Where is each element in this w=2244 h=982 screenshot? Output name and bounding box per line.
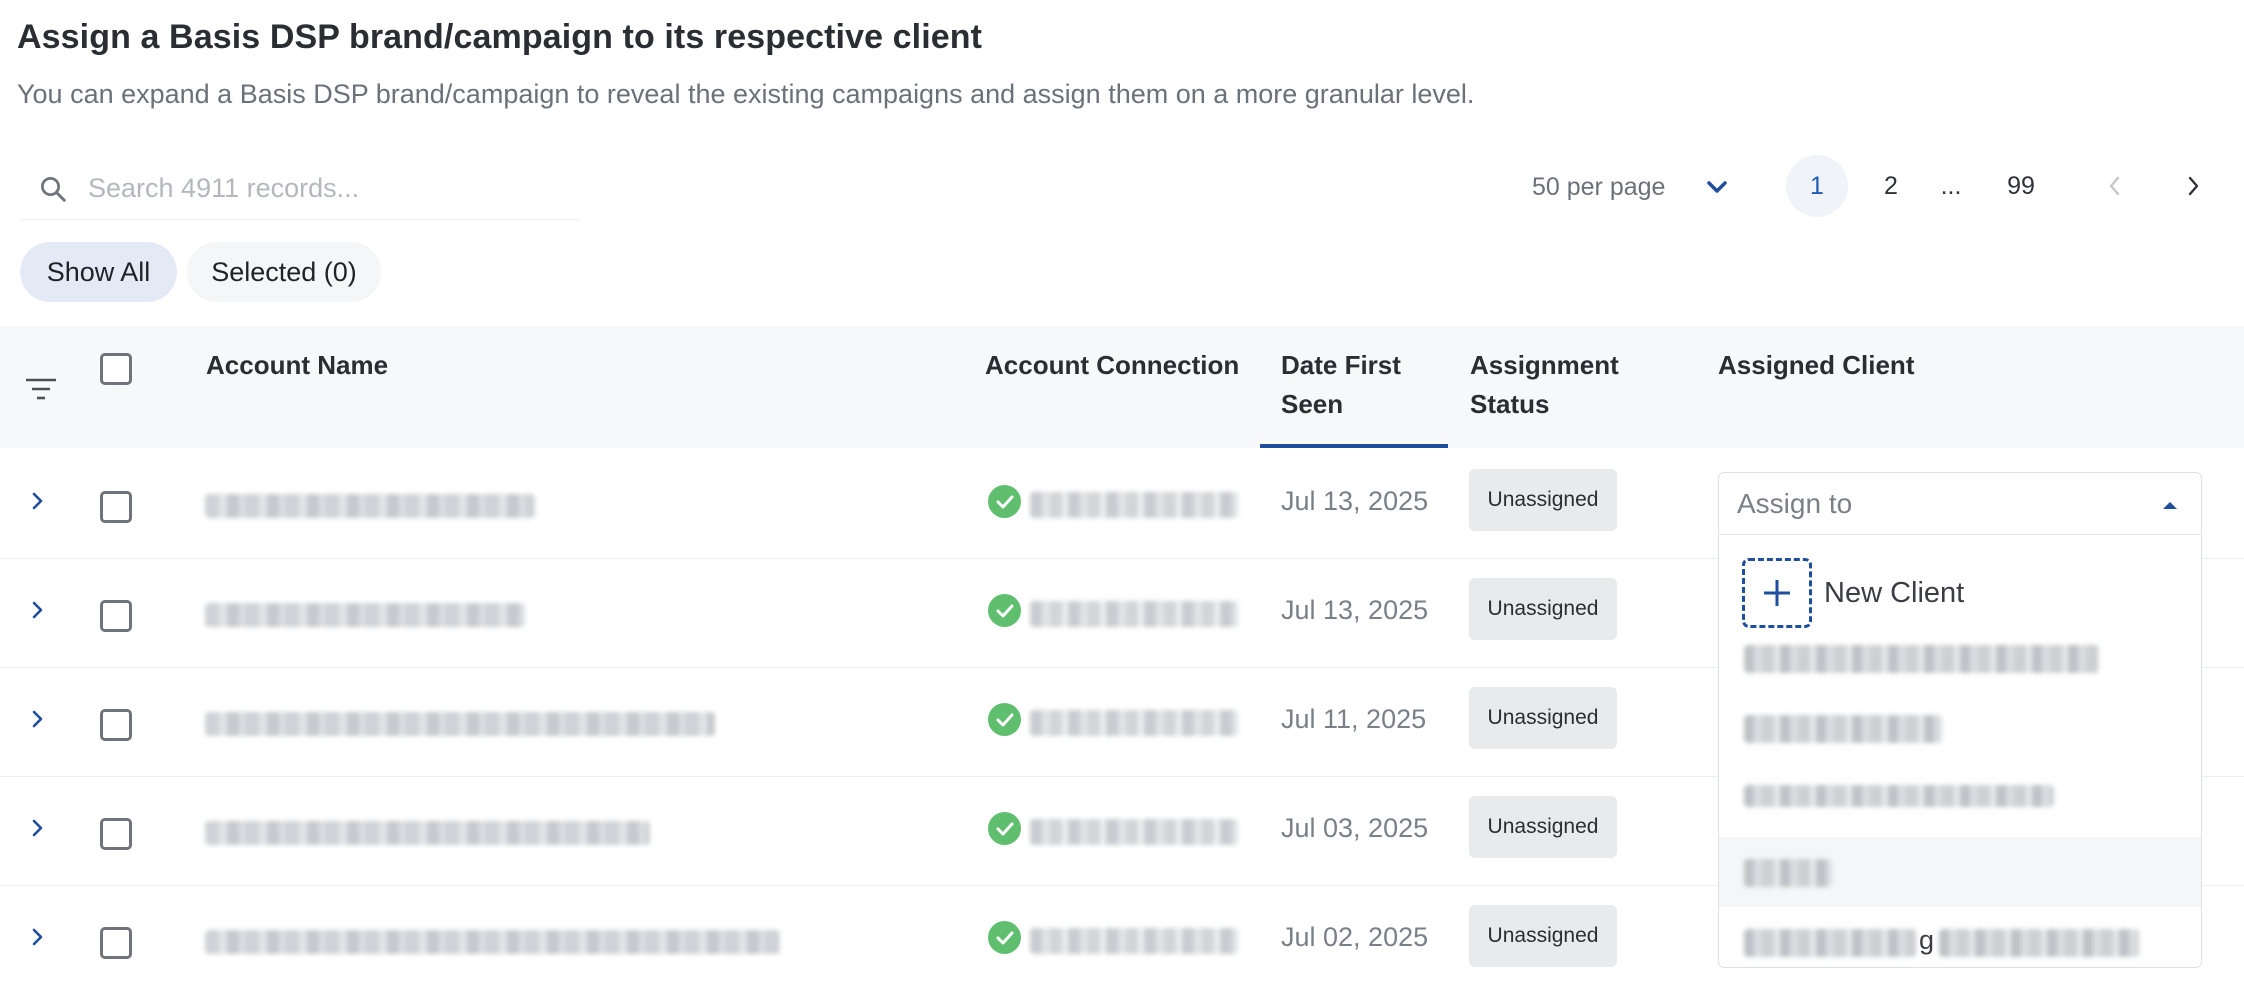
status-badge: Unassigned <box>1469 469 1617 531</box>
page-title: Assign a Basis DSP brand/campaign to its… <box>17 18 983 56</box>
chevron-left-icon <box>2109 176 2120 196</box>
check-circle-icon <box>988 703 1021 736</box>
search-input[interactable] <box>88 173 548 204</box>
filter-icon[interactable] <box>24 376 58 402</box>
column-header-account-name[interactable]: Account Name <box>206 346 388 385</box>
page-ellipsis: ... <box>1940 171 1962 200</box>
plus-icon <box>1742 558 1812 628</box>
account-name-redacted <box>205 930 780 954</box>
date-first-seen: Jul 02, 2025 <box>1281 922 1429 952</box>
row-checkbox[interactable] <box>100 709 132 741</box>
new-client-option[interactable]: New Client <box>1742 558 1964 628</box>
account-name-redacted <box>205 494 535 518</box>
show-all-filter[interactable]: Show All <box>20 242 177 302</box>
column-header-assigned-client[interactable]: Assigned Client <box>1718 346 1914 385</box>
select-all-checkbox[interactable] <box>100 353 132 385</box>
page-button-99[interactable]: 99 <box>1990 155 2052 217</box>
sort-indicator <box>1260 444 1448 448</box>
chevron-right-icon[interactable] <box>30 488 46 514</box>
page-button-1[interactable]: 1 <box>1786 155 1848 217</box>
status-badge: Unassigned <box>1469 687 1617 749</box>
account-connection-redacted <box>1030 928 1238 954</box>
client-option[interactable] <box>1719 693 2201 763</box>
new-client-label: New Client <box>1824 576 1965 609</box>
column-header-assignment-status[interactable]: Assignment Status <box>1470 346 1660 424</box>
account-name-redacted <box>205 712 715 736</box>
account-connection-redacted <box>1030 492 1238 518</box>
next-page-button[interactable] <box>2162 155 2224 217</box>
check-circle-icon <box>988 594 1021 627</box>
account-connection-redacted <box>1030 710 1238 736</box>
search-icon <box>41 176 66 202</box>
search-bar <box>20 158 580 220</box>
client-option[interactable] <box>1719 763 2201 833</box>
account-name-redacted <box>205 821 650 845</box>
caret-up-icon <box>2163 502 2177 509</box>
per-page-select[interactable]: 50 per page <box>1532 166 1729 208</box>
row-checkbox[interactable] <box>100 927 132 959</box>
date-first-seen: Jul 11, 2025 <box>1281 704 1427 734</box>
assign-client-dropdown[interactable]: Assign to New Client g <box>1718 472 2202 968</box>
prev-page-button[interactable] <box>2084 155 2146 217</box>
table-header: Account Name Account Connection Date Fir… <box>0 326 2244 448</box>
client-option[interactable] <box>1719 837 2201 907</box>
chevron-right-icon[interactable] <box>30 815 46 841</box>
chevron-right-icon[interactable] <box>30 924 46 950</box>
column-header-account-connection[interactable]: Account Connection <box>985 346 1239 385</box>
option-partial-text: g <box>1919 925 1935 955</box>
account-name-redacted <box>205 603 525 627</box>
status-badge: Unassigned <box>1469 578 1617 640</box>
check-circle-icon <box>988 812 1021 845</box>
selected-filter[interactable]: Selected (0) <box>187 242 381 302</box>
page-subtitle: You can expand a Basis DSP brand/campaig… <box>17 79 1475 109</box>
date-first-seen: Jul 13, 2025 <box>1281 486 1429 516</box>
column-header-date-first-seen[interactable]: Date First Seen <box>1281 346 1431 424</box>
assign-to-select[interactable]: Assign to <box>1719 473 2201 535</box>
chevron-right-icon[interactable] <box>30 597 46 623</box>
per-page-label: 50 per page <box>1532 172 1666 201</box>
account-connection-redacted <box>1030 819 1238 845</box>
check-circle-icon <box>988 921 1021 954</box>
row-checkbox[interactable] <box>100 600 132 632</box>
date-first-seen: Jul 03, 2025 <box>1281 813 1429 843</box>
client-option[interactable] <box>1719 623 2201 693</box>
row-checkbox[interactable] <box>100 818 132 850</box>
account-connection-redacted <box>1030 601 1238 627</box>
chevron-down-icon <box>1707 181 1728 193</box>
chevron-right-icon <box>2188 176 2199 196</box>
status-badge: Unassigned <box>1469 905 1617 967</box>
page-button-2[interactable]: 2 <box>1860 155 1922 217</box>
row-checkbox[interactable] <box>100 491 132 523</box>
check-circle-icon <box>988 485 1021 518</box>
assign-to-placeholder: Assign to <box>1737 487 1853 519</box>
date-first-seen: Jul 13, 2025 <box>1281 595 1429 625</box>
client-option[interactable]: g <box>1719 907 2201 977</box>
status-badge: Unassigned <box>1469 796 1617 858</box>
chevron-right-icon[interactable] <box>30 706 46 732</box>
